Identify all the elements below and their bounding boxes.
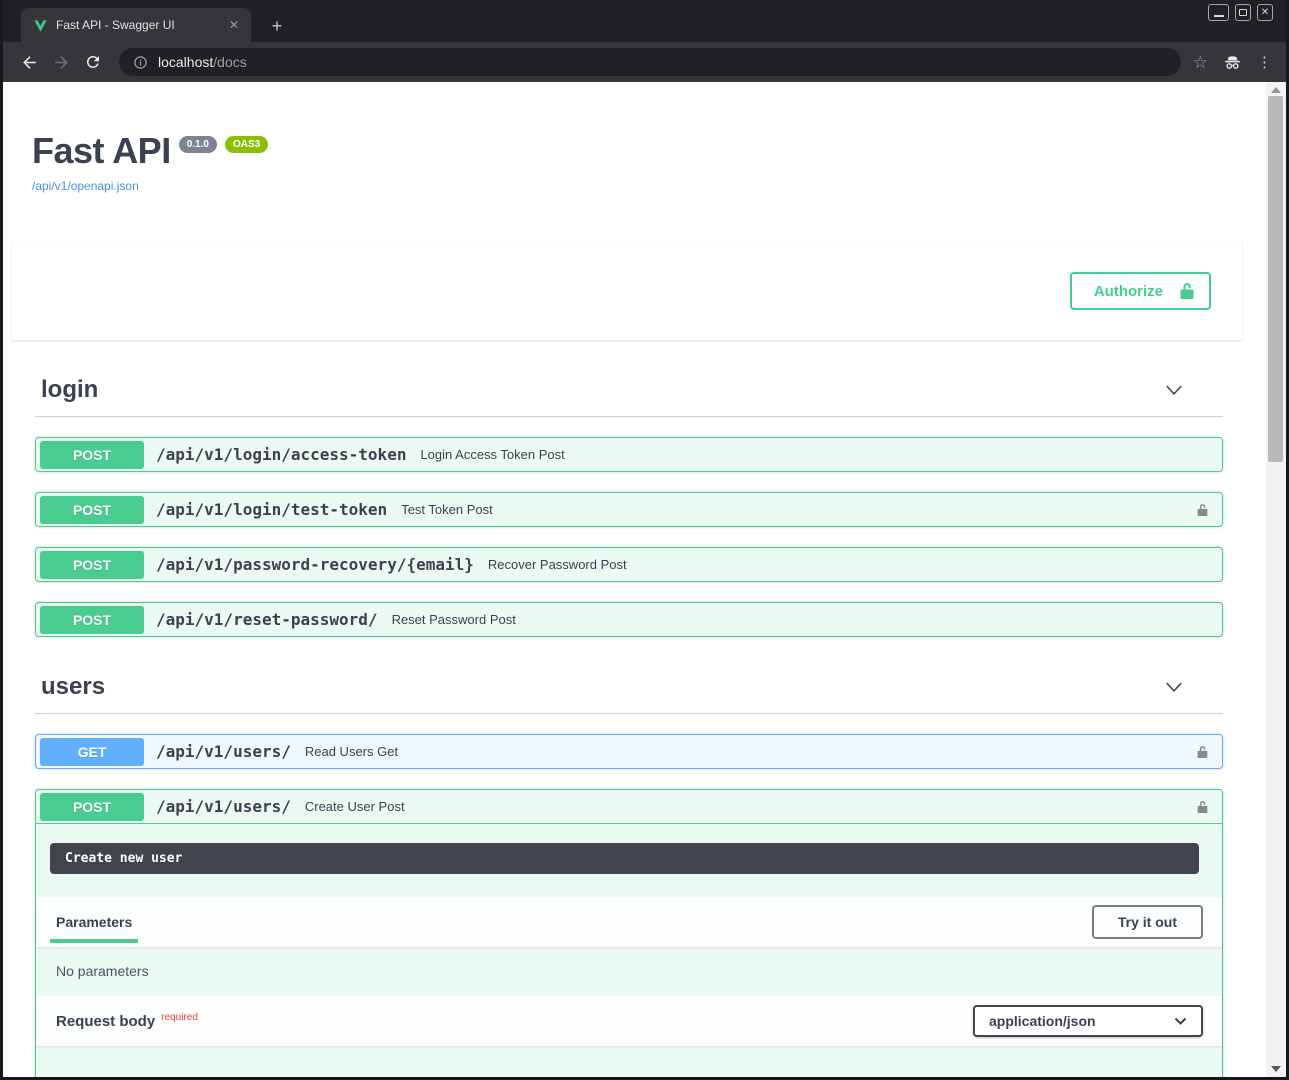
operation-description: Recover Password Post <box>488 557 627 572</box>
maximize-icon <box>1239 9 1247 16</box>
close-icon: ✕ <box>1261 7 1269 18</box>
toolbar-right: ☆ ⋮ <box>1193 52 1272 73</box>
url-path: /docs <box>213 54 246 70</box>
section-login: login POST /api/v1/login/access-token Lo… <box>35 366 1223 637</box>
reload-button[interactable] <box>79 48 107 76</box>
unlocked-padlock-icon <box>1195 502 1210 518</box>
browser-window: Fast API - Swagger UI ✕ + ✕ <box>0 0 1289 1080</box>
url-text: localhost/docs <box>158 54 247 70</box>
close-button[interactable]: ✕ <box>1257 4 1273 21</box>
method-badge: POST <box>40 606 144 634</box>
scrollbar-up-arrow-icon[interactable] <box>1271 87 1281 93</box>
no-parameters-text: No parameters <box>36 947 1222 996</box>
scrollbar-down-arrow-icon[interactable] <box>1271 1066 1281 1072</box>
v-logo-favicon-icon <box>33 18 48 33</box>
operation-description: Login Access Token Post <box>420 447 564 462</box>
version-badge: 0.1.0 <box>179 136 217 153</box>
browser-tab[interactable]: Fast API - Swagger UI ✕ <box>21 8 251 42</box>
minimize-icon <box>1214 15 1224 17</box>
window-controls: ✕ <box>1208 4 1273 21</box>
maximize-button[interactable] <box>1235 4 1251 21</box>
back-button[interactable] <box>15 48 43 76</box>
minimize-button[interactable] <box>1208 4 1229 21</box>
section-name: login <box>41 376 98 404</box>
unlocked-padlock-icon <box>1195 744 1210 760</box>
method-badge: POST <box>40 551 144 579</box>
operation-body: Create new user Parameters Try it out No… <box>36 843 1222 1077</box>
operation-description: Create User Post <box>305 799 405 814</box>
browser-menu-icon[interactable]: ⋮ <box>1257 55 1272 70</box>
operation-path: /api/v1/reset-password/ <box>156 610 378 629</box>
operation-row[interactable]: POST /api/v1/password-recovery/{email} R… <box>35 547 1223 582</box>
try-it-out-button[interactable]: Try it out <box>1092 905 1203 939</box>
url-bar[interactable]: localhost/docs <box>119 48 1181 76</box>
content-type-select[interactable]: application/json <box>973 1005 1203 1037</box>
operation-description: Read Users Get <box>305 744 398 759</box>
required-flag: required <box>161 1012 198 1023</box>
content-type-value: application/json <box>989 1013 1096 1029</box>
browser-titlebar: Fast API - Swagger UI ✕ + ✕ <box>3 0 1286 42</box>
parameters-header: Parameters Try it out <box>36 897 1222 947</box>
unlocked-padlock-icon <box>1177 281 1197 301</box>
section-users-header[interactable]: users <box>35 663 1223 714</box>
page-content: Fast API 0.1.0 OAS3 /api/v1/openapi.json… <box>3 82 1286 1077</box>
operation-row[interactable]: POST /api/v1/login/test-token Test Token… <box>35 492 1223 527</box>
auth-lock-button[interactable] <box>1195 799 1210 815</box>
url-host: localhost <box>158 54 213 70</box>
scrollbar-thumb[interactable] <box>1268 96 1283 462</box>
unlocked-padlock-icon <box>1195 799 1210 815</box>
section-users: users GET /api/v1/users/ Read Users Get <box>35 663 1223 1077</box>
method-badge: GET <box>40 738 144 766</box>
authorize-label: Authorize <box>1094 283 1163 300</box>
page-title: Fast API <box>32 133 171 169</box>
request-body-text: Request body <box>56 1013 155 1030</box>
auth-lock-button[interactable] <box>1195 744 1210 760</box>
request-body-example: Example Value Schema { <box>36 1046 1222 1077</box>
operation-docstring: Create new user <box>50 843 1199 874</box>
operation-summary[interactable]: POST /api/v1/users/ Create User Post <box>36 790 1222 824</box>
reload-icon <box>84 53 102 71</box>
operation-path: /api/v1/login/access-token <box>156 445 406 464</box>
operation-path: /api/v1/password-recovery/{email} <box>156 555 474 574</box>
parameters-tab[interactable]: Parameters <box>56 914 132 930</box>
new-tab-button[interactable]: + <box>265 14 289 38</box>
operation-path: /api/v1/users/ <box>156 742 291 761</box>
operation-description: Test Token Post <box>401 502 493 517</box>
method-badge: POST <box>40 441 144 469</box>
auth-lock-button[interactable] <box>1195 502 1210 518</box>
operation-row-expanded: POST /api/v1/users/ Create User Post Cre… <box>35 789 1223 1077</box>
api-info: Fast API 0.1.0 OAS3 /api/v1/openapi.json <box>3 82 1266 195</box>
scheme-container: Authorize <box>12 242 1242 340</box>
incognito-icon[interactable] <box>1222 52 1243 73</box>
forward-button[interactable] <box>47 48 75 76</box>
operation-row[interactable]: GET /api/v1/users/ Read Users Get <box>35 734 1223 769</box>
operation-description: Reset Password Post <box>392 612 516 627</box>
operation-path: /api/v1/login/test-token <box>156 500 387 519</box>
chevron-down-icon[interactable] <box>1163 676 1185 698</box>
tab-close-icon[interactable]: ✕ <box>225 16 243 34</box>
section-name: users <box>41 673 105 701</box>
forward-arrow-icon <box>52 53 71 72</box>
operation-path: /api/v1/users/ <box>156 797 291 816</box>
bookmark-star-icon[interactable]: ☆ <box>1193 54 1208 71</box>
oas3-badge: OAS3 <box>225 136 268 153</box>
operation-row[interactable]: POST /api/v1/reset-password/ Reset Passw… <box>35 602 1223 637</box>
browser-toolbar: localhost/docs ☆ ⋮ <box>3 42 1286 82</box>
back-arrow-icon <box>20 53 39 72</box>
method-badge: POST <box>40 496 144 524</box>
operation-row[interactable]: POST /api/v1/login/access-token Login Ac… <box>35 437 1223 472</box>
page-info-icon <box>133 55 148 70</box>
request-body-header: Request body required application/json <box>36 996 1222 1046</box>
chevron-down-icon[interactable] <box>1163 379 1185 401</box>
select-chevron-icon <box>1174 1017 1187 1025</box>
openapi-spec-link[interactable]: /api/v1/openapi.json <box>32 179 139 193</box>
tab-title: Fast API - Swagger UI <box>56 18 225 32</box>
section-login-header[interactable]: login <box>35 366 1223 417</box>
authorize-button[interactable]: Authorize <box>1070 272 1211 310</box>
method-badge: POST <box>40 793 144 821</box>
page-scrollbar[interactable] <box>1266 82 1286 1077</box>
request-body-label: Request body required <box>56 1013 198 1030</box>
